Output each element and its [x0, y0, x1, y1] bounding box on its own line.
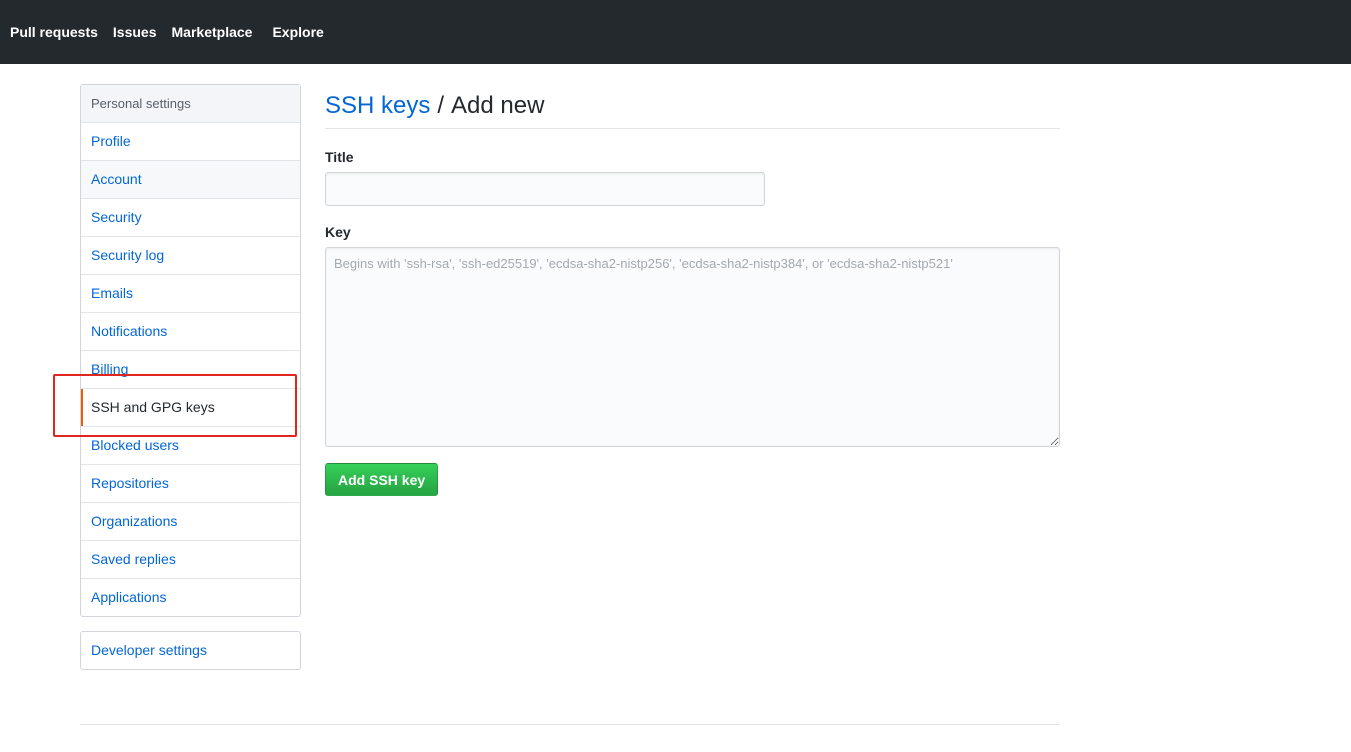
developer-sidebar: Developer settings	[80, 631, 301, 670]
footer-divider	[80, 724, 1060, 725]
sidebar-item-account[interactable]: Account	[81, 161, 300, 199]
sidebar-heading: Personal settings	[81, 85, 300, 123]
add-ssh-key-button[interactable]: Add SSH key	[325, 463, 439, 496]
sidebar-item-ssh-gpg-keys[interactable]: SSH and GPG keys	[81, 389, 300, 427]
sidebar-item-organizations[interactable]: Organizations	[81, 503, 300, 541]
sidebar-item-applications[interactable]: Applications	[81, 579, 300, 616]
title-label: Title	[325, 149, 354, 165]
page-title: Add new	[451, 92, 545, 119]
top-header: Pull requests Issues Marketplace Explore	[0, 0, 1351, 64]
nav-explore[interactable]: Explore	[272, 24, 323, 40]
top-nav: Pull requests Issues Marketplace Explore	[10, 0, 339, 64]
sidebar-item-repositories[interactable]: Repositories	[81, 465, 300, 503]
breadcrumb-separator: /	[437, 92, 445, 119]
sidebar-item-saved-replies[interactable]: Saved replies	[81, 541, 300, 579]
sidebar-item-notifications[interactable]: Notifications	[81, 313, 300, 351]
nav-issues[interactable]: Issues	[113, 24, 157, 40]
nav-pull-requests[interactable]: Pull requests	[10, 24, 98, 40]
page-heading: SSH keys / Add new	[325, 84, 1060, 129]
key-label: Key	[325, 224, 351, 240]
sidebar-item-profile[interactable]: Profile	[81, 123, 300, 161]
sidebar-item-emails[interactable]: Emails	[81, 275, 300, 313]
breadcrumb-ssh-keys-link[interactable]: SSH keys	[325, 92, 430, 120]
sidebar-item-security-log[interactable]: Security log	[81, 237, 300, 275]
main-content: SSH keys / Add new Title Key Add SSH key	[325, 84, 1060, 496]
key-textarea[interactable]	[325, 247, 1060, 447]
sidebar-item-billing[interactable]: Billing	[81, 351, 300, 389]
sidebar-item-security[interactable]: Security	[81, 199, 300, 237]
sidebar-item-blocked-users[interactable]: Blocked users	[81, 427, 300, 465]
title-input[interactable]	[325, 172, 765, 206]
nav-marketplace[interactable]: Marketplace	[172, 24, 253, 40]
sidebar-item-developer-settings[interactable]: Developer settings	[81, 632, 300, 669]
settings-sidebar: Personal settings Profile Account Securi…	[80, 84, 301, 617]
